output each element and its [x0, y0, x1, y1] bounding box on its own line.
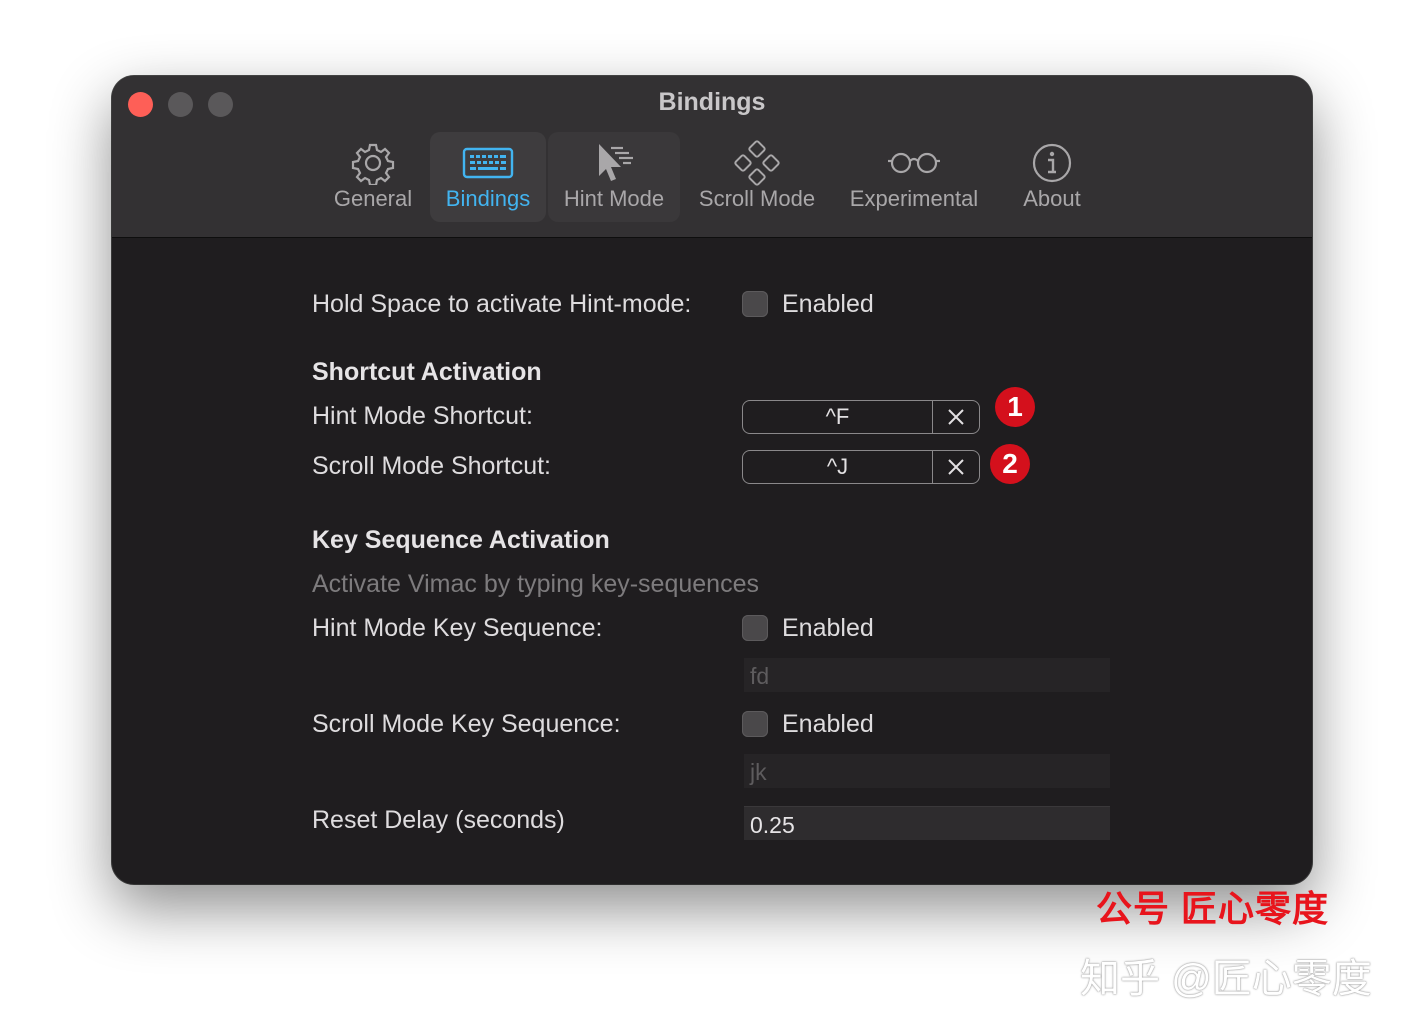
scroll-shortcut-recorder[interactable]: ^J	[742, 450, 980, 484]
tab-about[interactable]: About	[1006, 132, 1098, 222]
hint-sequence-checkbox[interactable]	[742, 615, 768, 641]
annotation-badge-2: 2	[990, 444, 1030, 484]
close-icon	[948, 459, 964, 475]
tab-hint-mode[interactable]: Hint Mode	[548, 132, 680, 222]
hold-space-checkbox[interactable]	[742, 291, 768, 317]
window-title: Bindings	[658, 88, 766, 116]
hold-space-label: Hold Space to activate Hint-mode:	[312, 290, 692, 318]
scroll-sequence-input[interactable]: jk	[744, 754, 1110, 788]
key-sequence-description: Activate Vimac by typing key-sequences	[312, 570, 759, 598]
scroll-sequence-checkbox-label[interactable]: Enabled	[782, 710, 874, 739]
tab-label: About	[1023, 186, 1081, 211]
gamepad-icon	[734, 140, 780, 186]
tab-label: Experimental	[849, 186, 979, 211]
watermark-zhihu: 知乎 @匠心零度	[1080, 957, 1372, 1001]
hint-shortcut-value[interactable]: ^F	[743, 401, 933, 433]
scroll-shortcut-label: Scroll Mode Shortcut:	[312, 452, 551, 480]
gear-icon	[351, 140, 395, 186]
preferences-window: Bindings General Bindings Hint Mode Scro…	[112, 76, 1312, 884]
reset-delay-label: Reset Delay (seconds)	[312, 806, 565, 834]
watermark-red: 公号 匠心零度	[1096, 888, 1330, 929]
close-icon	[948, 409, 964, 425]
key-sequence-heading: Key Sequence Activation	[312, 526, 610, 554]
toolbar: Bindings General Bindings Hint Mode Scro…	[112, 76, 1312, 238]
tab-general[interactable]: General	[318, 132, 428, 222]
tab-label: Scroll Mode	[698, 186, 816, 211]
scroll-shortcut-value[interactable]: ^J	[743, 451, 933, 483]
hint-sequence-checkbox-label[interactable]: Enabled	[782, 614, 874, 643]
cursor-hint-icon	[591, 140, 637, 186]
reset-delay-input[interactable]: 0.25	[744, 806, 1110, 840]
tab-label: Bindings	[445, 186, 531, 211]
clear-scroll-shortcut-button[interactable]	[933, 451, 979, 483]
tab-label: General	[333, 186, 413, 211]
shortcut-activation-heading: Shortcut Activation	[312, 358, 542, 386]
scroll-sequence-checkbox[interactable]	[742, 711, 768, 737]
annotation-badge-1: 1	[995, 387, 1035, 427]
info-icon	[1030, 140, 1074, 186]
clear-hint-shortcut-button[interactable]	[933, 401, 979, 433]
keyboard-icon	[462, 140, 514, 186]
tab-experimental[interactable]: Experimental	[840, 132, 988, 222]
tab-bindings[interactable]: Bindings	[430, 132, 546, 222]
tab-label: Hint Mode	[563, 186, 665, 211]
hint-shortcut-recorder[interactable]: ^F	[742, 400, 980, 434]
hint-shortcut-label: Hint Mode Shortcut:	[312, 402, 533, 430]
hold-space-checkbox-label[interactable]: Enabled	[782, 290, 874, 319]
tab-scroll-mode[interactable]: Scroll Mode	[686, 132, 828, 222]
hint-sequence-label: Hint Mode Key Sequence:	[312, 614, 603, 642]
hint-sequence-input[interactable]: fd	[744, 658, 1110, 692]
glasses-icon	[886, 140, 942, 186]
scroll-sequence-label: Scroll Mode Key Sequence:	[312, 710, 621, 738]
